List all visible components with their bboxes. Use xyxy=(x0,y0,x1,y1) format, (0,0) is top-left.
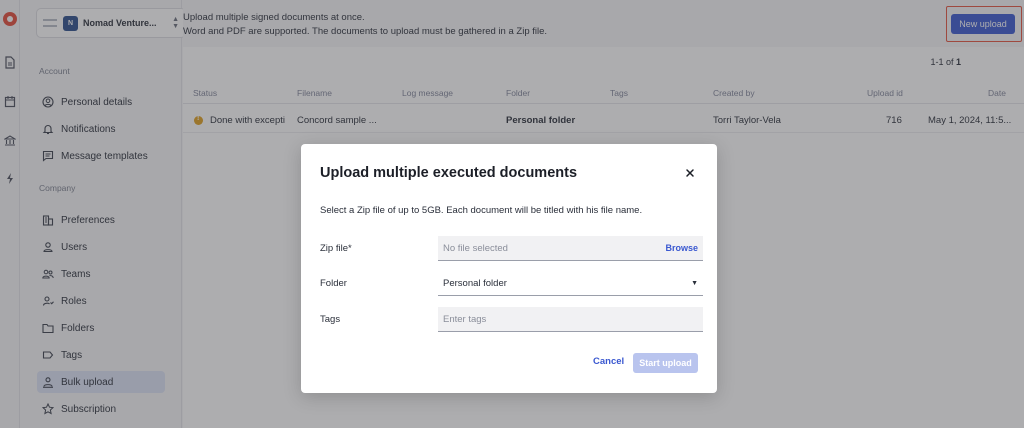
caret-down-icon: ▼ xyxy=(691,279,698,287)
zip-file-input[interactable]: No file selected Browse xyxy=(438,236,703,261)
close-icon[interactable] xyxy=(684,167,696,179)
cancel-button[interactable]: Cancel xyxy=(593,356,624,367)
zip-file-placeholder: No file selected xyxy=(443,242,508,254)
tags-field[interactable] xyxy=(438,307,703,332)
folder-select[interactable]: Personal folder ▼ xyxy=(438,271,703,296)
tags-label: Tags xyxy=(320,314,341,325)
zip-file-label: Zip file* xyxy=(320,243,352,254)
folder-selected-value: Personal folder xyxy=(443,277,507,289)
start-upload-button[interactable]: Start upload xyxy=(633,353,698,373)
folder-label: Folder xyxy=(320,278,347,289)
modal-description: Select a Zip file of up to 5GB. Each doc… xyxy=(320,205,643,216)
upload-modal: Upload multiple executed documents Selec… xyxy=(301,144,717,393)
browse-button[interactable]: Browse xyxy=(665,243,698,253)
modal-title: Upload multiple executed documents xyxy=(320,165,578,181)
tags-input[interactable] xyxy=(443,313,698,325)
